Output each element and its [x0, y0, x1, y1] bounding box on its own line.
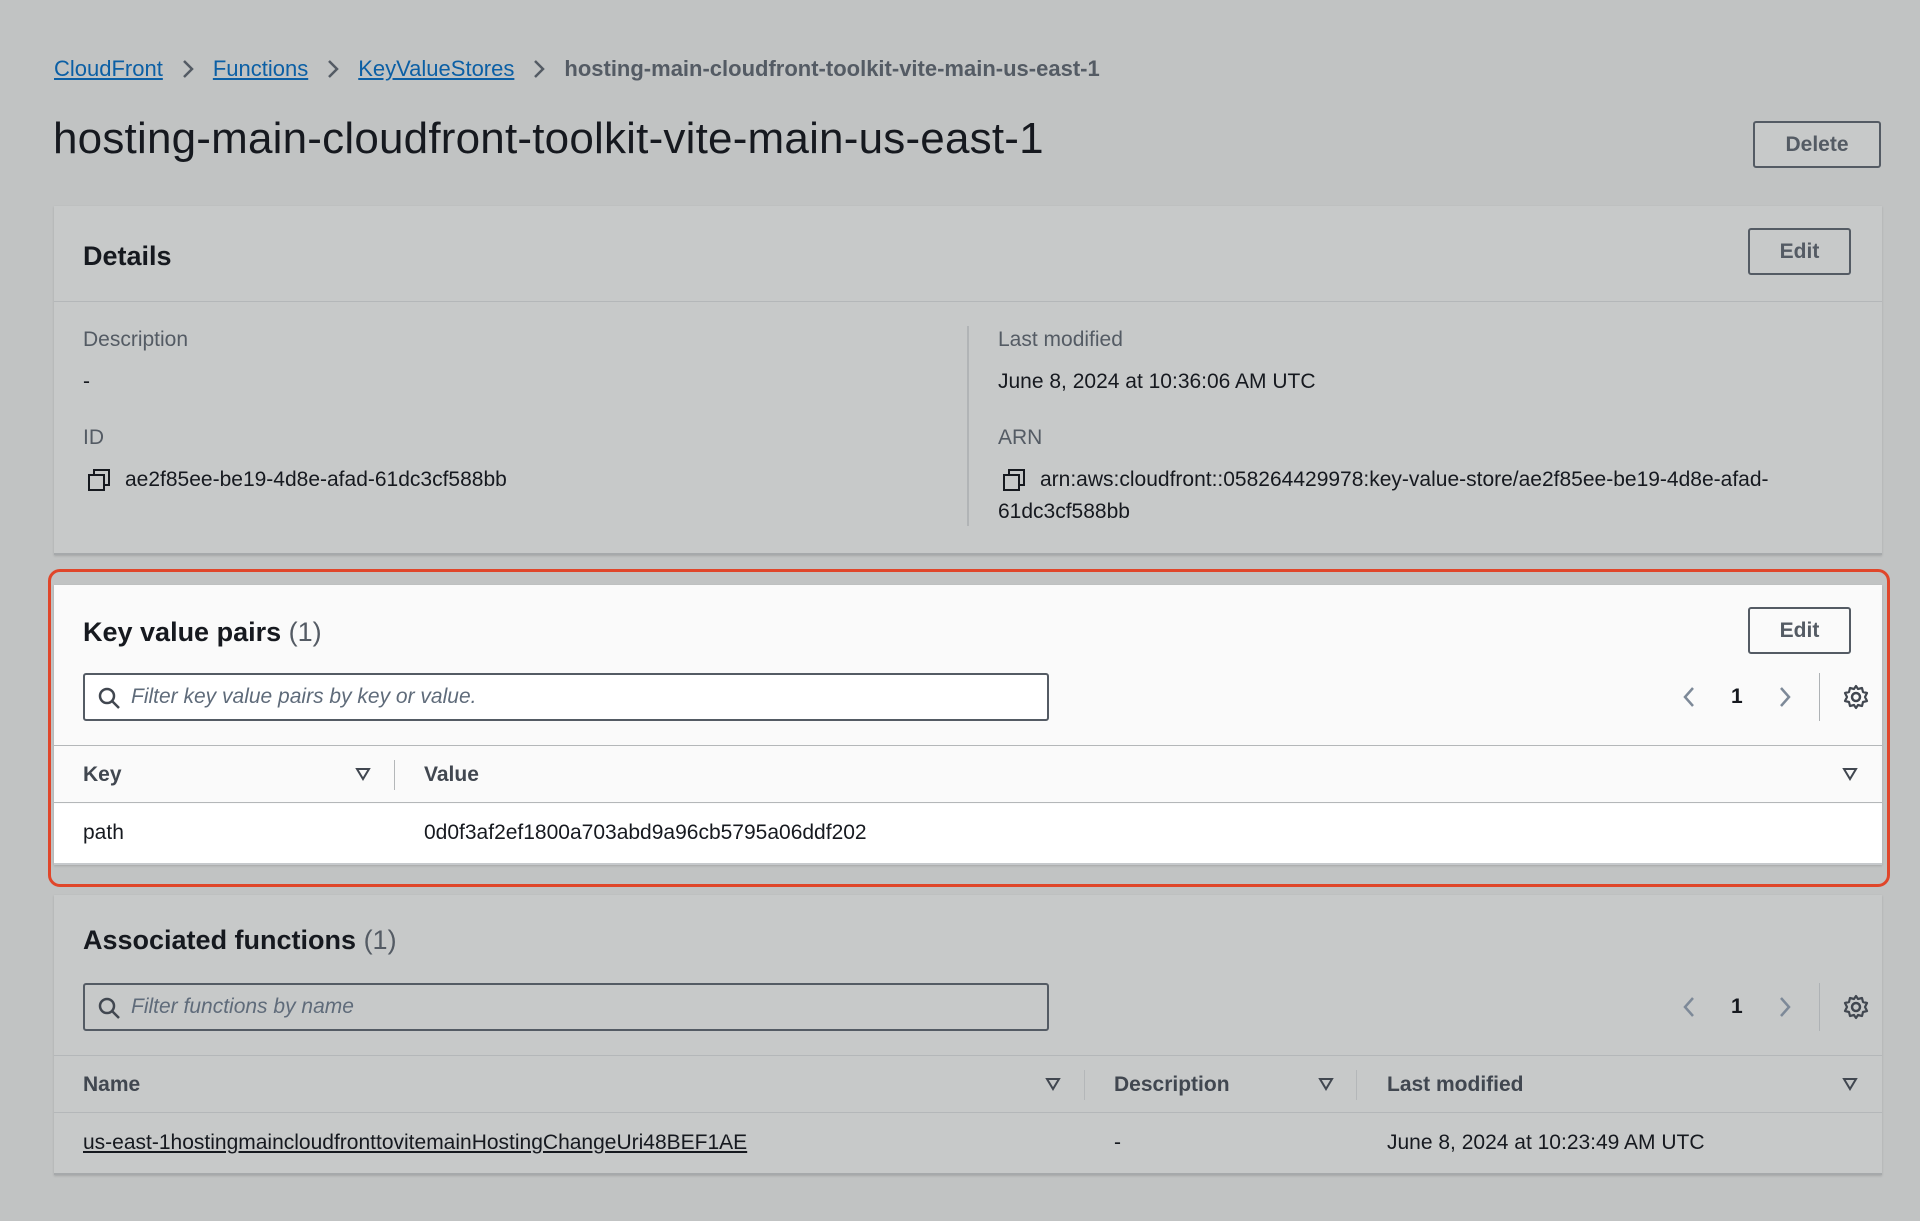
column-divider[interactable]	[1084, 1070, 1085, 1100]
chevron-left-icon[interactable]	[1675, 683, 1703, 711]
sort-caret-icon[interactable]	[355, 767, 371, 781]
details-edit-button[interactable]: Edit	[1748, 228, 1851, 275]
pager-divider	[1818, 673, 1820, 721]
search-icon	[98, 687, 120, 709]
functions-title-text: Associated functions	[83, 925, 357, 955]
id-value: ae2f85ee-be19-4d8e-afad-61dc3cf588bb	[125, 468, 507, 491]
function-description: -	[1114, 1131, 1121, 1154]
chevron-right-icon	[326, 58, 340, 80]
functions-search-input[interactable]: Filter functions by name	[83, 983, 1049, 1031]
functions-page-number[interactable]: 1	[1731, 995, 1743, 1019]
last-modified-field: Last modified June 8, 2024 at 10:36:06 A…	[998, 328, 1316, 398]
chevron-left-icon[interactable]	[1675, 993, 1703, 1021]
breadcrumb-functions[interactable]: Functions	[213, 56, 308, 82]
sort-caret-icon[interactable]	[1318, 1077, 1334, 1091]
id-label: ID	[83, 426, 104, 449]
description-value: -	[83, 370, 90, 393]
arn-label: ARN	[998, 426, 1043, 449]
associated-functions-panel: Associated functions (1) Filter function…	[54, 895, 1882, 1175]
arn-value-line1: arn:aws:cloudfront::058264429978:key-val…	[1040, 468, 1769, 491]
functions-col-description[interactable]: Description	[1114, 1073, 1230, 1097]
search-icon	[98, 997, 120, 1019]
kv-page-number[interactable]: 1	[1731, 685, 1743, 709]
kv-search-placeholder: Filter key value pairs by key or value.	[131, 685, 477, 708]
id-field: ID ae2f85ee-be19-4d8e-afad-61dc3cf588bb	[83, 426, 507, 496]
functions-count: (1)	[363, 925, 397, 955]
functions-pagination: 1	[1675, 983, 1870, 1031]
chevron-right-icon[interactable]	[1771, 993, 1799, 1021]
details-panel: Details Edit Description - ID ae2f85ee-b…	[54, 206, 1882, 555]
arn-field: ARN arn:aws:cloudfront::058264429978:key…	[998, 426, 1858, 528]
last-modified-value: June 8, 2024 at 10:36:06 AM UTC	[998, 370, 1316, 393]
kv-row-value: 0d0f3af2ef1800a703abd9a96cb5795a06ddf202	[424, 821, 867, 844]
copy-icon[interactable]	[87, 468, 111, 492]
chevron-right-icon	[181, 58, 195, 80]
settings-gear-icon[interactable]	[1842, 993, 1870, 1021]
functions-table-header: Name Description Last modified	[54, 1055, 1882, 1113]
kv-col-key[interactable]: Key	[83, 763, 122, 787]
table-row: us-east-1hostingmaincloudfronttovitemain…	[54, 1114, 1882, 1173]
breadcrumb: CloudFront Functions KeyValueStores host…	[54, 54, 1100, 84]
functions-header: Associated functions (1)	[54, 895, 1882, 991]
sort-caret-icon[interactable]	[1045, 1077, 1061, 1091]
copy-icon[interactable]	[1002, 468, 1026, 492]
pager-divider	[1818, 983, 1820, 1031]
functions-search-placeholder: Filter functions by name	[131, 995, 354, 1018]
id-value-row: ae2f85ee-be19-4d8e-afad-61dc3cf588bb	[83, 464, 507, 496]
settings-gear-icon[interactable]	[1842, 683, 1870, 711]
table-row[interactable]: path 0d0f3af2ef1800a703abd9a96cb5795a06d…	[54, 804, 1882, 863]
functions-col-last-modified[interactable]: Last modified	[1387, 1073, 1524, 1097]
kv-title: Key value pairs (1)	[83, 617, 322, 648]
functions-title: Associated functions (1)	[83, 925, 397, 956]
sort-caret-icon[interactable]	[1842, 767, 1858, 781]
kv-col-value[interactable]: Value	[424, 763, 479, 787]
kv-table-header: Key Value	[54, 745, 1882, 803]
kv-header: Key value pairs (1) Edit	[54, 585, 1882, 681]
column-divider[interactable]	[394, 760, 395, 790]
key-value-pairs-panel: Key value pairs (1) Edit Filter key valu…	[54, 585, 1882, 865]
breadcrumb-cloudfront[interactable]: CloudFront	[54, 56, 163, 82]
column-divider[interactable]	[1356, 1070, 1357, 1100]
chevron-right-icon	[532, 58, 546, 80]
arn-value-row: arn:aws:cloudfront::058264429978:key-val…	[998, 464, 1858, 496]
function-name-link[interactable]: us-east-1hostingmaincloudfronttovitemain…	[83, 1131, 747, 1155]
description-label: Description	[83, 328, 189, 351]
details-divider	[967, 326, 969, 526]
kv-title-text: Key value pairs	[83, 617, 282, 647]
details-title: Details	[83, 241, 172, 271]
kv-pagination: 1	[1675, 673, 1870, 721]
kv-edit-button[interactable]: Edit	[1748, 607, 1851, 654]
arn-value-line2: 61dc3cf588bb	[998, 500, 1130, 523]
functions-col-name[interactable]: Name	[83, 1073, 140, 1097]
details-header: Details Edit	[54, 206, 1882, 302]
last-modified-label: Last modified	[998, 328, 1123, 351]
description-field: Description -	[83, 328, 188, 398]
kv-search-input[interactable]: Filter key value pairs by key or value.	[83, 673, 1049, 721]
sort-caret-icon[interactable]	[1842, 1077, 1858, 1091]
kv-count: (1)	[288, 617, 322, 647]
chevron-right-icon[interactable]	[1771, 683, 1799, 711]
function-last-modified: June 8, 2024 at 10:23:49 AM UTC	[1387, 1131, 1705, 1154]
page-title: hosting-main-cloudfront-toolkit-vite-mai…	[53, 114, 1044, 163]
breadcrumb-current: hosting-main-cloudfront-toolkit-vite-mai…	[564, 56, 1100, 81]
breadcrumb-keyvaluestores[interactable]: KeyValueStores	[358, 56, 514, 82]
kv-row-key: path	[83, 821, 124, 844]
delete-button[interactable]: Delete	[1753, 121, 1881, 168]
